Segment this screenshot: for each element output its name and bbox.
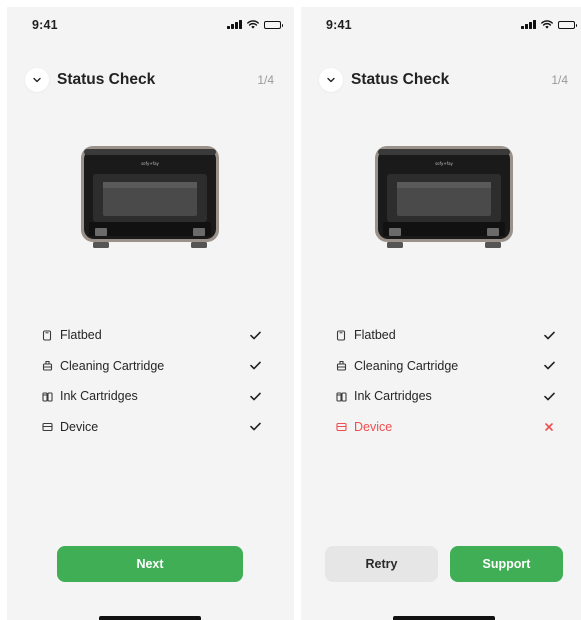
check-item-cleaning-cartridge: Cleaning Cartridge bbox=[41, 351, 261, 382]
home-indicator bbox=[99, 616, 201, 620]
brand-logo: sofy+fay bbox=[141, 161, 159, 166]
next-button[interactable]: Next bbox=[57, 546, 243, 582]
battery-icon bbox=[558, 20, 577, 29]
printer-device-image: sofy+fay bbox=[81, 146, 219, 248]
item-label: Device bbox=[354, 419, 393, 434]
ink-cartridges-icon bbox=[41, 390, 53, 402]
battery-icon bbox=[264, 20, 283, 29]
header: Status Check 1/4 bbox=[319, 68, 568, 92]
checkmark-icon bbox=[543, 329, 555, 341]
wifi-icon bbox=[247, 20, 259, 29]
retry-button[interactable]: Retry bbox=[325, 546, 438, 582]
item-label: Flatbed bbox=[60, 328, 102, 343]
item-label: Cleaning Cartridge bbox=[60, 358, 165, 373]
brand-logo: sofy+fay bbox=[435, 161, 453, 166]
header: Status Check 1/4 bbox=[25, 68, 274, 92]
chevron-down-icon bbox=[327, 77, 335, 83]
chevron-down-icon bbox=[33, 77, 41, 83]
checkmark-icon bbox=[249, 390, 261, 402]
device-icon bbox=[335, 421, 347, 433]
check-item-flatbed: Flatbed bbox=[335, 320, 555, 351]
checkmark-icon bbox=[249, 329, 261, 341]
cleaning-cartridge-icon bbox=[41, 360, 53, 372]
check-item-flatbed: Flatbed bbox=[41, 320, 261, 351]
flatbed-icon bbox=[335, 329, 347, 341]
check-item-cleaning-cartridge: Cleaning Cartridge bbox=[335, 351, 555, 382]
error-x-icon bbox=[543, 421, 555, 433]
ink-cartridges-icon bbox=[335, 390, 347, 402]
status-bar: 9:41 bbox=[301, 7, 581, 41]
collapse-button[interactable] bbox=[319, 68, 343, 92]
checkmark-icon bbox=[249, 360, 261, 372]
status-icons bbox=[227, 20, 283, 29]
check-item-device: Device bbox=[41, 412, 261, 443]
check-item-device: Device bbox=[335, 412, 555, 443]
cleaning-cartridge-icon bbox=[335, 360, 347, 372]
step-counter: 1/4 bbox=[551, 73, 568, 87]
status-check-screen-device-error: 9:41 Status Check 1/4 sofy+fay Flatbed C… bbox=[301, 7, 581, 620]
support-button[interactable]: Support bbox=[450, 546, 563, 582]
item-label: Ink Cartridges bbox=[354, 389, 432, 404]
check-item-ink-cartridges: Ink Cartridges bbox=[335, 381, 555, 412]
signal-icon bbox=[521, 20, 536, 29]
item-label: Ink Cartridges bbox=[60, 389, 138, 404]
wifi-icon bbox=[541, 20, 553, 29]
page-title: Status Check bbox=[351, 71, 450, 88]
status-check-screen-all-ok: 9:41 Status Check 1/4 sofy+fay Flatbed C… bbox=[7, 7, 294, 620]
flatbed-icon bbox=[41, 329, 53, 341]
status-time: 9:41 bbox=[32, 18, 58, 32]
check-item-ink-cartridges: Ink Cartridges bbox=[41, 381, 261, 412]
status-check-list: Flatbed Cleaning Cartridge Ink Cartridge… bbox=[335, 320, 555, 442]
item-label: Flatbed bbox=[354, 328, 396, 343]
status-icons bbox=[521, 20, 577, 29]
item-label: Cleaning Cartridge bbox=[354, 358, 459, 373]
device-icon bbox=[41, 421, 53, 433]
signal-icon bbox=[227, 20, 242, 29]
status-check-list: Flatbed Cleaning Cartridge Ink Cartridge… bbox=[41, 320, 261, 442]
page-title: Status Check bbox=[57, 71, 156, 88]
collapse-button[interactable] bbox=[25, 68, 49, 92]
home-indicator bbox=[393, 616, 495, 620]
checkmark-icon bbox=[543, 390, 555, 402]
step-counter: 1/4 bbox=[257, 73, 274, 87]
checkmark-icon bbox=[249, 421, 261, 433]
checkmark-icon bbox=[543, 360, 555, 372]
printer-device-image: sofy+fay bbox=[375, 146, 513, 248]
status-time: 9:41 bbox=[326, 18, 352, 32]
item-label: Device bbox=[60, 419, 99, 434]
status-bar: 9:41 bbox=[7, 7, 294, 41]
